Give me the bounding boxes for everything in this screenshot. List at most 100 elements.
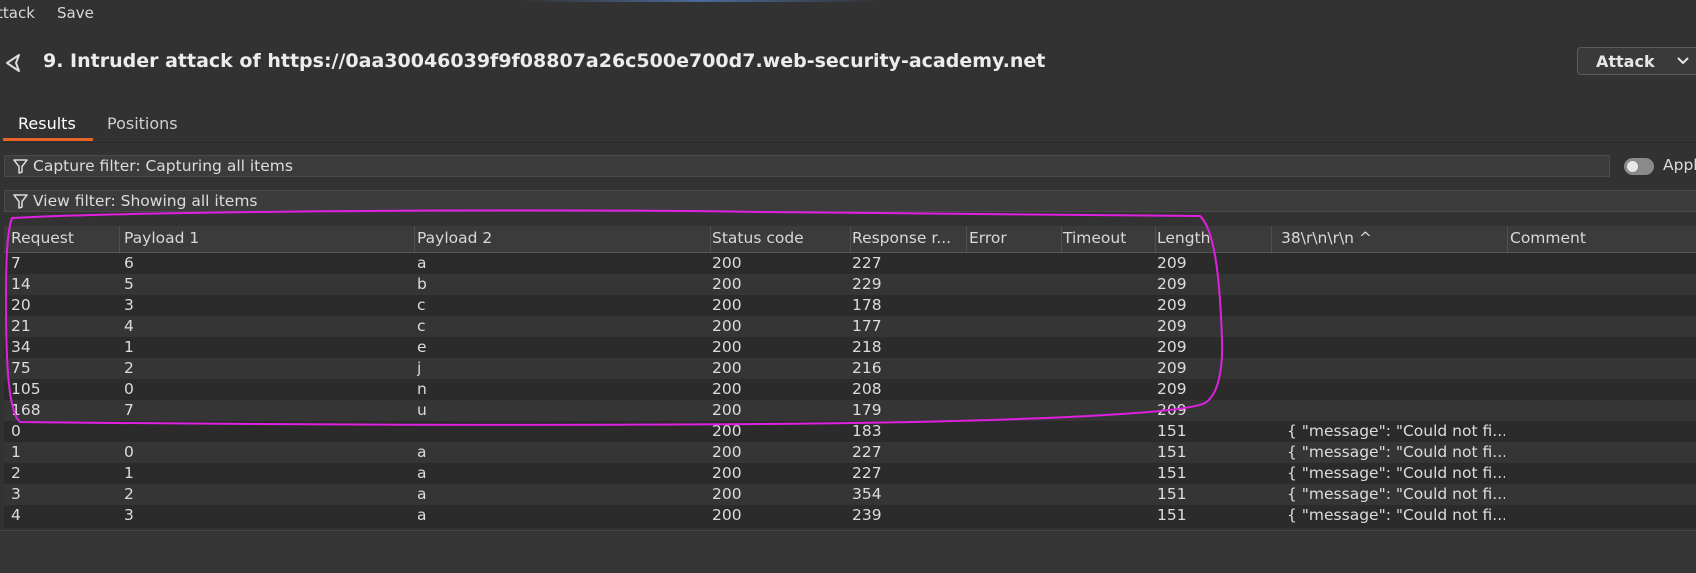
table-cell: 200 [712,422,742,440]
table-cell: 239 [852,506,882,524]
table-cell: 200 [712,464,742,482]
menu-attack[interactable]: ttack [0,4,35,22]
table-cell: 151 [1157,422,1187,440]
table-cell: 151 [1157,443,1187,461]
table-header: Request Payload 1 Payload 2 Status code … [4,226,1696,253]
table-row[interactable]: 105 0 n 200 208 209 [4,379,1696,400]
page-title: 9. Intruder attack of https://0aa3004603… [43,50,1046,72]
table-cell: 105 [11,380,41,398]
table-cell: 0 [124,443,134,461]
column-header-payload2[interactable]: Payload 2 [417,229,492,247]
table-cell: 151 [1157,485,1187,503]
column-divider[interactable] [850,226,851,252]
table-cell: 200 [712,485,742,503]
table-cell: 209 [1157,275,1187,293]
table-cell: 4 [11,506,21,524]
table-cell: c [417,317,426,335]
view-filter-text: View filter: Showing all items [33,192,258,210]
table-cell: { "message": "Could not fi... [1287,506,1505,524]
column-header-timeout[interactable]: Timeout [1063,229,1126,247]
table-cell: 209 [1157,338,1187,356]
menu-save[interactable]: Save [57,4,94,22]
table-cell: 3 [124,506,134,524]
table-cell: b [417,275,427,293]
table-cell: 208 [852,380,882,398]
table-row[interactable]: 7 6 a 200 227 209 [4,253,1696,274]
table-cell: 200 [712,275,742,293]
toggle-knob [1627,161,1638,172]
table-cell: a [417,485,427,503]
column-header-response-received[interactable]: Response r... [852,229,951,247]
table-row[interactable]: 21 4 c 200 177 209 [4,316,1696,337]
column-header-payload1[interactable]: Payload 1 [124,229,199,247]
capture-filter-bar[interactable]: Capture filter: Capturing all items [4,155,1610,177]
table-cell: e [417,338,427,356]
table-cell: { "message": "Could not fi... [1287,485,1505,503]
tab-results[interactable]: Results [18,114,76,133]
active-tab-indicator [3,138,93,141]
table-row[interactable]: 34 1 e 200 218 209 [4,337,1696,358]
table-cell: 7 [124,401,134,419]
table-row[interactable]: 14 5 b 200 229 209 [4,274,1696,295]
table-cell: 1 [124,338,134,356]
table-cell: { "message": "Could not fi... [1287,464,1505,482]
top-accent-line [520,0,880,2]
table-cell: 227 [852,443,882,461]
filter-icon [13,159,28,174]
table-cell: 14 [11,275,31,293]
table-cell: 177 [852,317,882,335]
table-cell: 21 [11,317,31,335]
table-cell: 200 [712,506,742,524]
table-cell: 0 [124,380,134,398]
table-row[interactable]: 3 2 a 200 354 151 { "message": "Could not fi..… [4,484,1696,505]
table-cell: a [417,506,427,524]
view-filter-bar[interactable]: View filter: Showing all items [4,190,1696,212]
table-cell: 216 [852,359,882,377]
column-header-grep[interactable]: 38\r\n\r\n ^ [1281,229,1372,247]
table-row[interactable]: 1 0 a 200 227 151 { "message": "Could not fi..… [4,442,1696,463]
column-divider[interactable] [710,226,711,252]
column-divider[interactable] [966,226,967,252]
column-header-status-code[interactable]: Status code [712,229,804,247]
column-header-comment[interactable]: Comment [1510,229,1586,247]
table-cell: 209 [1157,359,1187,377]
column-header-length[interactable]: Length [1157,229,1210,247]
table-row[interactable]: 75 2 j 200 216 209 [4,358,1696,379]
table-cell: 209 [1157,296,1187,314]
table-cell: 179 [852,401,882,419]
table-cell: 209 [1157,401,1187,419]
table-cell: c [417,296,426,314]
table-cell: 200 [712,401,742,419]
table-cell: 5 [124,275,134,293]
tab-bar: Results Positions [0,106,1696,143]
table-row[interactable]: 4 3 a 200 239 151 { "message": "Could not fi..… [4,505,1696,526]
table-cell: 2 [124,485,134,503]
column-divider[interactable] [1155,226,1156,252]
column-header-request[interactable]: Request [11,229,74,247]
attack-dropdown-button[interactable]: Attack [1577,47,1696,75]
table-cell: 200 [712,296,742,314]
column-header-error[interactable]: Error [969,229,1007,247]
column-divider[interactable] [414,226,415,252]
apply-toggle[interactable] [1624,158,1654,175]
column-divider[interactable] [1271,226,1272,252]
table-row[interactable]: 20 3 c 200 178 209 [4,295,1696,316]
table-cell: 20 [11,296,31,314]
table-cell: 218 [852,338,882,356]
table-cell: a [417,254,427,272]
table-row[interactable]: 2 1 a 200 227 151 { "message": "Could not fi..… [4,463,1696,484]
tab-positions[interactable]: Positions [107,114,178,133]
title-row: 9. Intruder attack of https://0aa3004603… [0,40,1696,84]
table-cell: 0 [11,422,21,440]
capture-filter-text: Capture filter: Capturing all items [33,157,293,175]
table-row[interactable]: 168 7 u 200 179 209 [4,400,1696,421]
table-cell: 200 [712,254,742,272]
column-divider[interactable] [1061,226,1062,252]
table-row[interactable]: 0 200 183 151 { "message": "Could not fi... [4,421,1696,442]
column-divider[interactable] [119,226,120,252]
column-divider[interactable] [1507,226,1508,252]
back-arrow-icon[interactable] [2,52,24,74]
bottom-panel [0,530,1696,573]
table-cell: n [417,380,427,398]
table-cell: 200 [712,380,742,398]
